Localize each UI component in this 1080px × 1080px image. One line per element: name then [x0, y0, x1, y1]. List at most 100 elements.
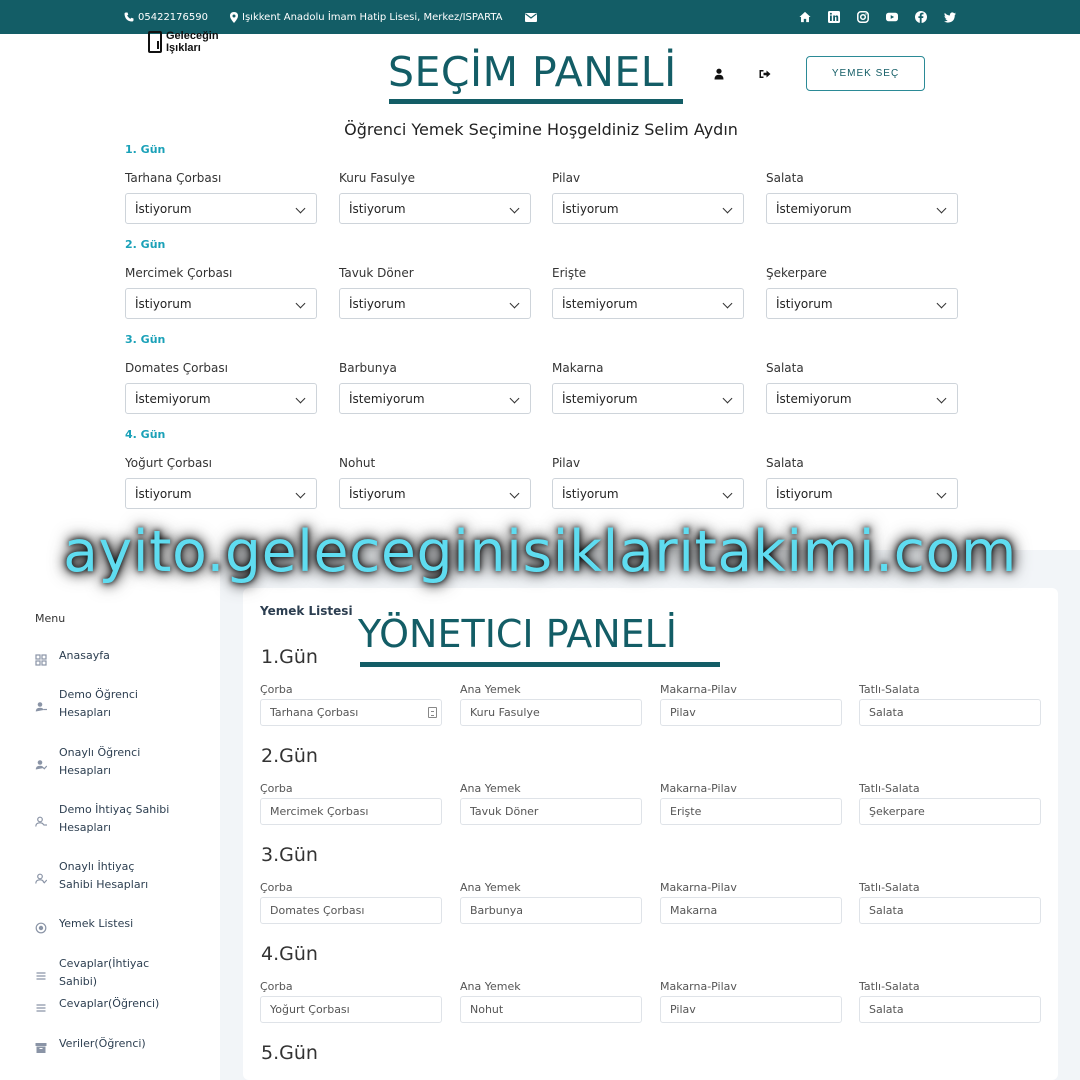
- meal-label: Salata: [766, 456, 804, 470]
- linkedin-icon[interactable]: [828, 11, 840, 23]
- meal-label: Pilav: [552, 456, 581, 470]
- menu-item-input[interactable]: [660, 996, 842, 1023]
- field-label: Makarna-Pilav: [660, 881, 737, 894]
- meal-choice-select[interactable]: İstemiyorum: [552, 383, 744, 414]
- day-title: 4. Gün: [125, 428, 166, 441]
- meal-label: Mercimek Çorbası: [125, 266, 233, 280]
- meal-choice-select[interactable]: İstemiyorum: [125, 383, 317, 414]
- user-icon[interactable]: [713, 68, 725, 80]
- select-value: İstemiyorum: [135, 391, 211, 406]
- meal-label: Makarna: [552, 361, 604, 375]
- meal-choice-select[interactable]: İstiyorum: [552, 478, 744, 509]
- select-value: İstemiyorum: [562, 296, 638, 311]
- menu-item-input[interactable]: [460, 996, 642, 1023]
- meal-choice-select[interactable]: İstemiyorum: [552, 288, 744, 319]
- welcome-heading: Öğrenci Yemek Seçimine Hoşgeldiniz Selim…: [344, 120, 738, 139]
- watermark-url: ayito.geleceginisiklaritakimi.com: [63, 519, 1017, 585]
- meal-label: Domates Çorbası: [125, 361, 228, 375]
- email-item[interactable]: [524, 12, 541, 22]
- facebook-icon[interactable]: [915, 11, 927, 23]
- menu-item-input[interactable]: [260, 897, 442, 924]
- chevron-down-icon: [509, 298, 520, 309]
- list-icon: [35, 967, 47, 980]
- selection-panel-headline: SEÇİM PANELİ: [388, 48, 677, 96]
- field-label: Tatlı-Salata: [859, 782, 920, 795]
- address-item[interactable]: Işıkkent Anadolu İmam Hatip Lisesi, Merk…: [230, 11, 503, 23]
- select-value: İstiyorum: [135, 486, 192, 501]
- menu-item-input[interactable]: [859, 699, 1041, 726]
- phone-number: 05422176590: [138, 11, 208, 23]
- meal-choice-select[interactable]: İstiyorum: [339, 193, 531, 224]
- meal-choice-select[interactable]: İstiyorum: [766, 478, 958, 509]
- menu-item-input[interactable]: [260, 699, 442, 726]
- yemek-sec-button[interactable]: YEMEK SEÇ: [806, 56, 925, 91]
- menu-item-input[interactable]: [660, 897, 842, 924]
- day-title: 1. Gün: [125, 143, 166, 156]
- field-label: Makarna-Pilav: [660, 980, 737, 993]
- meal-choice-select[interactable]: İstemiyorum: [766, 383, 958, 414]
- meal-choice-select[interactable]: İstemiyorum: [766, 193, 958, 224]
- meal-choice-select[interactable]: İstiyorum: [339, 478, 531, 509]
- chevron-down-icon: [509, 203, 520, 214]
- field-label: Ana Yemek: [460, 980, 521, 993]
- meal-choice-select[interactable]: İstiyorum: [339, 288, 531, 319]
- menu-item-input[interactable]: [260, 996, 442, 1023]
- field-label: Çorba: [260, 980, 293, 993]
- meal-label: Tarhana Çorbası: [125, 171, 222, 185]
- menu-item-input[interactable]: [460, 798, 642, 825]
- site-logo[interactable]: Geleceğin Işıkları: [148, 30, 219, 54]
- select-value: İstiyorum: [349, 296, 406, 311]
- chevron-down-icon: [722, 298, 733, 309]
- sidebar-item-label: Cevaplar(Öğrenci): [59, 997, 160, 1010]
- menu-item-input[interactable]: [460, 897, 642, 924]
- chevron-down-icon: [509, 393, 520, 404]
- select-value: İstemiyorum: [349, 391, 425, 406]
- meal-choice-select[interactable]: İstiyorum: [552, 193, 744, 224]
- menu-item-input[interactable]: [859, 798, 1041, 825]
- admin-panel-headline: YÖNETICI PANELİ: [358, 612, 678, 656]
- field-label: Çorba: [260, 881, 293, 894]
- field-label: Çorba: [260, 782, 293, 795]
- select-value: İstiyorum: [349, 486, 406, 501]
- select-value: İstiyorum: [135, 201, 192, 216]
- autofill-card-icon[interactable]: [428, 707, 437, 718]
- twitter-icon[interactable]: [944, 11, 956, 23]
- sidebar-item-label: Onaylı Öğrenci Hesapları: [59, 746, 141, 777]
- chevron-down-icon: [295, 393, 306, 404]
- meal-label: Salata: [766, 361, 804, 375]
- meal-label: Yoğurt Çorbası: [125, 456, 212, 470]
- meal-choice-select[interactable]: İstiyorum: [125, 288, 317, 319]
- instagram-icon[interactable]: [857, 11, 869, 23]
- meal-choice-select[interactable]: İstemiyorum: [339, 383, 531, 414]
- menu-item-input[interactable]: [859, 897, 1041, 924]
- select-value: İstemiyorum: [776, 391, 852, 406]
- menu-item-input[interactable]: [660, 798, 842, 825]
- sign-out-icon[interactable]: [759, 68, 771, 80]
- home-icon[interactable]: [799, 11, 811, 23]
- phone-item[interactable]: 05422176590: [124, 12, 208, 23]
- menu-item-input[interactable]: [460, 699, 642, 726]
- address-text: Işıkkent Anadolu İmam Hatip Lisesi, Merk…: [242, 11, 503, 23]
- logo-line-2: Işıkları: [166, 42, 201, 54]
- meal-choice-select[interactable]: İstiyorum: [125, 478, 317, 509]
- youtube-icon[interactable]: [886, 11, 898, 23]
- menu-item-input[interactable]: [260, 798, 442, 825]
- sidebar-item-label: Veriler(Öğrenci): [59, 1037, 146, 1050]
- select-value: İstemiyorum: [776, 201, 852, 216]
- meal-choice-select[interactable]: İstiyorum: [125, 193, 317, 224]
- sidebar-item-label: Demo İhtiyaç Sahibi Hesapları: [59, 803, 170, 834]
- social-links: [782, 11, 956, 23]
- field-label: Çorba: [260, 683, 293, 696]
- menu-item-input[interactable]: [859, 996, 1041, 1023]
- day-title: 3. Gün: [125, 333, 166, 346]
- sidebar-item-label: Onaylı İhtiyaç Sahibi Hesapları: [59, 860, 149, 891]
- list-icon: [35, 999, 47, 1012]
- contact-info: 05422176590 Işıkkent Anadolu İmam Hatip …: [124, 11, 563, 23]
- field-label: Tatlı-Salata: [859, 980, 920, 993]
- meal-choice-select[interactable]: İstiyorum: [766, 288, 958, 319]
- admin-headline-underline: [360, 662, 720, 667]
- user-outline-icon: [35, 813, 47, 827]
- field-label: Makarna-Pilav: [660, 683, 737, 696]
- menu-item-input[interactable]: [660, 699, 842, 726]
- meal-label: Barbunya: [339, 361, 397, 375]
